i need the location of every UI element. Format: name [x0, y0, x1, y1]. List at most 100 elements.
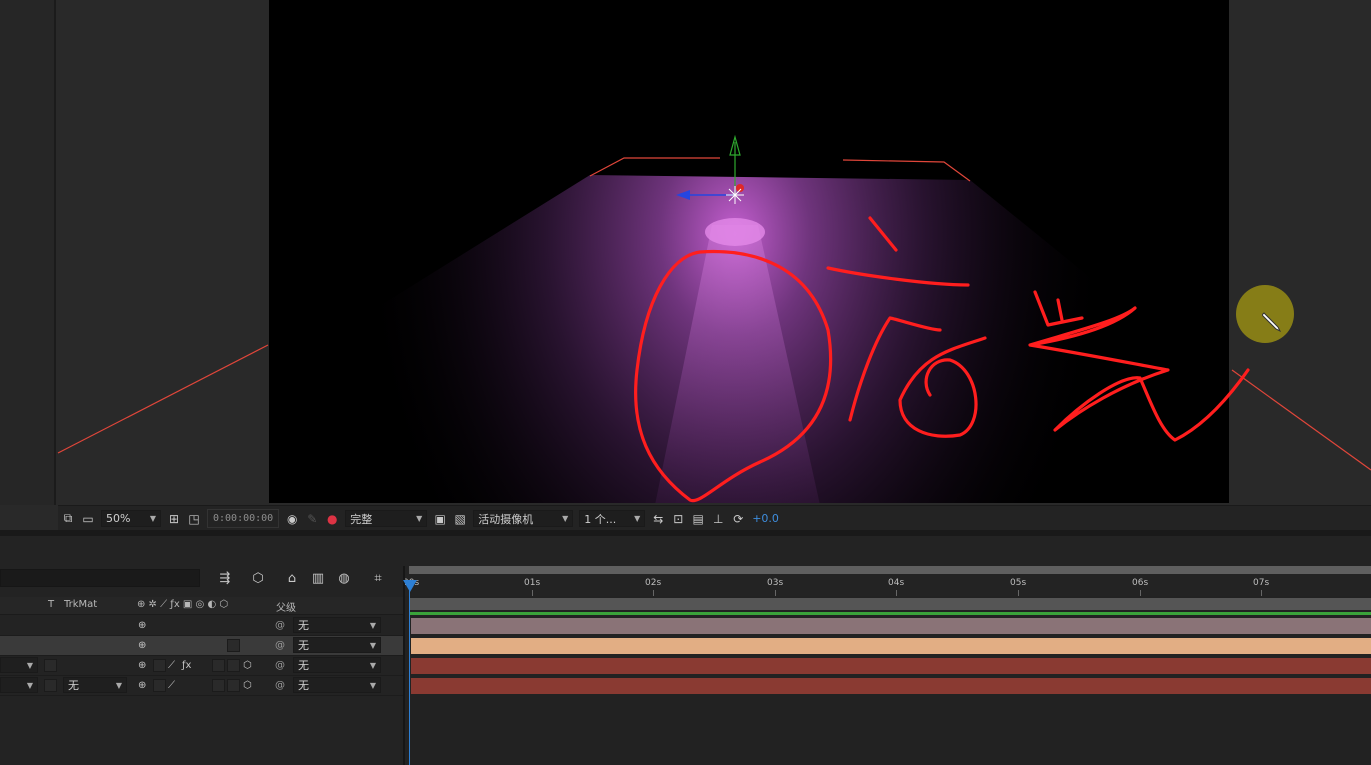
exposure-value[interactable]: +0.0	[752, 512, 779, 525]
pickwhip-icon[interactable]: @	[275, 618, 285, 632]
parent-dropdown[interactable]: 无 ▼	[293, 657, 381, 673]
show-snapshot-icon[interactable]: ✎	[303, 510, 321, 528]
cursor-highlight	[1236, 285, 1294, 343]
monitor-icon[interactable]: ▭	[79, 510, 97, 528]
layer-row[interactable]: ⊕ @ 无 ▼	[0, 616, 405, 636]
chevron-down-icon: ▼	[26, 660, 33, 670]
render-status-bar	[410, 612, 1371, 615]
parent-value: 无	[298, 679, 309, 692]
preserve-transparency-box[interactable]	[44, 659, 57, 672]
frame-blending-icon[interactable]: ▥	[308, 569, 328, 587]
camera-view-value: 活动摄像机	[478, 512, 534, 526]
graph-editor-icon[interactable]: ⌗	[368, 569, 388, 587]
chevron-down-icon: ▼	[416, 514, 423, 523]
chevron-down-icon: ▼	[369, 620, 376, 630]
ruler-label: 07s	[1253, 578, 1270, 588]
trkmat-dropdown[interactable]: 无 ▼	[63, 677, 127, 693]
compositing-flowchart-icon[interactable]: ⇶	[215, 569, 235, 587]
switch-box[interactable]	[227, 679, 240, 692]
shy-switch-icon[interactable]: ⊕	[138, 658, 146, 672]
draft-3d-icon[interactable]: ⬡	[248, 569, 268, 587]
ruler-label: 04s	[888, 578, 905, 588]
layer-row[interactable]: ▼ 无 ▼ ⊕ ⟋ ⬡ @ 无 ▼	[0, 676, 405, 696]
reset-exposure-icon[interactable]: ⟳	[729, 510, 747, 528]
parent-value: 无	[298, 639, 309, 652]
chevron-down-icon: ▼	[562, 514, 569, 523]
composition-bar	[410, 598, 1371, 610]
snapshot-icon[interactable]: ◉	[283, 510, 301, 528]
quality-icon[interactable]: ⟋	[168, 678, 175, 692]
mode-dropdown[interactable]: ▼	[0, 677, 38, 693]
resolution-dropdown[interactable]: 完整 ▼	[345, 510, 428, 527]
switch-box[interactable]	[212, 679, 225, 692]
3d-layer-icon[interactable]: ⬡	[243, 678, 252, 692]
fast-draft-icon[interactable]: ⊡	[669, 510, 687, 528]
parent-value: 无	[298, 659, 309, 672]
parent-dropdown[interactable]: 无 ▼	[293, 617, 381, 633]
motion-blur-icon[interactable]: ◍	[334, 569, 354, 587]
magnification-dropdown[interactable]: 50% ▼	[101, 510, 161, 527]
layer-bar[interactable]	[411, 638, 1371, 654]
chevron-down-icon: ▼	[634, 514, 641, 523]
always-preview-icon[interactable]: ⧉	[59, 510, 77, 528]
layer-bar[interactable]	[411, 678, 1371, 694]
shy-switch-icon[interactable]: ⊕	[138, 638, 146, 652]
chevron-down-icon: ▼	[26, 680, 33, 690]
switch-box[interactable]	[212, 659, 225, 672]
scene-overlay	[57, 134, 1371, 503]
layer-row[interactable]: ⊕ @ 无 ▼	[0, 636, 405, 656]
layer-row[interactable]: ▼ ⊕ ⟋ ƒx ⬡ @ 无 ▼	[0, 656, 405, 676]
playhead-marker[interactable]	[403, 580, 417, 592]
region-of-interest-icon[interactable]: ◳	[185, 510, 203, 528]
shy-layers-icon[interactable]: ⌂	[282, 569, 302, 587]
viewer-toolbar: ⧉ ▭ 50% ▼ ⊞ ◳ 0:00:00:00 ◉ ✎ ● 完整 ▼ ▣ ▧ 活动…	[58, 505, 1371, 530]
ruler-tick	[775, 590, 776, 596]
t-column-label: T	[48, 599, 55, 610]
effects-icon[interactable]: ƒx	[182, 658, 191, 672]
ruler-tick	[1261, 590, 1262, 596]
composition-viewer: ⧉ ▭ 50% ▼ ⊞ ◳ 0:00:00:00 ◉ ✎ ● 完整 ▼ ▣ ▧ 活动…	[0, 0, 1371, 530]
panel-divider[interactable]	[403, 566, 405, 765]
pickwhip-icon[interactable]: @	[275, 658, 285, 672]
ruler-label: 06s	[1132, 578, 1149, 588]
playhead-line[interactable]	[409, 580, 410, 765]
preserve-transparency-box[interactable]	[44, 679, 57, 692]
pencil-cursor-icon	[1262, 312, 1282, 333]
transparency-grid-icon[interactable]: ▧	[451, 510, 469, 528]
pickwhip-icon[interactable]: @	[275, 638, 285, 652]
switch-box[interactable]	[227, 639, 240, 652]
switch-box[interactable]	[227, 659, 240, 672]
chevron-down-icon: ▼	[369, 640, 376, 650]
timeline-icon[interactable]: ▤	[689, 510, 707, 528]
color-channels-icon[interactable]: ●	[323, 510, 341, 528]
trkmat-column-label: TrkMat	[64, 599, 98, 610]
shy-switch-icon[interactable]: ⊕	[138, 678, 146, 692]
switch-box[interactable]	[153, 659, 166, 672]
3d-layer-icon[interactable]: ⬡	[243, 658, 252, 672]
ruler-label: 05s	[1010, 578, 1027, 588]
chevron-down-icon: ▼	[369, 660, 376, 670]
chevron-down-icon: ▼	[369, 680, 376, 690]
camera-view-dropdown[interactable]: 活动摄像机 ▼	[473, 510, 574, 527]
fit-icon[interactable]: ⊞	[165, 510, 183, 528]
flowchart-icon[interactable]: ⊥	[709, 510, 727, 528]
parent-dropdown[interactable]: 无 ▼	[293, 677, 381, 693]
layer-search-input[interactable]	[0, 569, 200, 587]
parent-column-label: 父级	[276, 603, 296, 614]
view-layout-value: 1 个...	[584, 512, 617, 526]
ruler-tick	[653, 590, 654, 596]
ruler-tick	[532, 590, 533, 596]
layer-bar[interactable]	[411, 618, 1371, 634]
layer-bar[interactable]	[411, 658, 1371, 674]
fast-preview-icon[interactable]: ▣	[431, 510, 449, 528]
pickwhip-icon[interactable]: @	[275, 678, 285, 692]
quality-icon[interactable]: ⟋	[168, 658, 175, 672]
current-time[interactable]: 0:00:00:00	[207, 509, 280, 528]
switch-box[interactable]	[153, 679, 166, 692]
view-layout-dropdown[interactable]: 1 个... ▼	[579, 510, 646, 527]
parent-dropdown[interactable]: 无 ▼	[293, 637, 381, 653]
toggle-pixel-aspect-icon[interactable]: ⇆	[649, 510, 667, 528]
shy-switch-icon[interactable]: ⊕	[138, 618, 146, 632]
work-area-bar[interactable]	[409, 566, 1371, 574]
mode-dropdown[interactable]: ▼	[0, 657, 38, 673]
